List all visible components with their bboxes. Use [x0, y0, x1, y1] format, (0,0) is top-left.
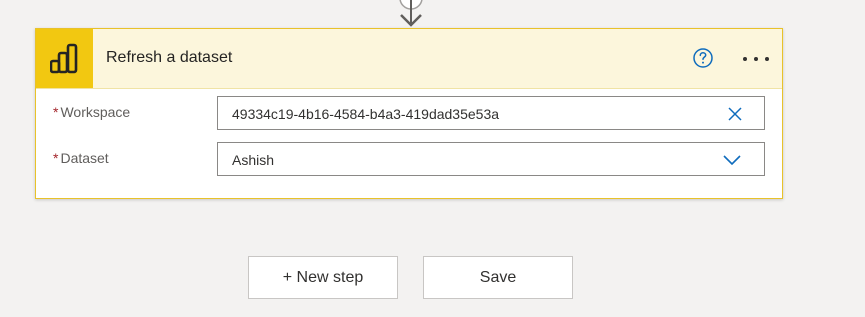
action-card-title: Refresh a dataset: [106, 49, 233, 66]
refresh-dataset-action-card: Refresh a dataset * Workspace 49334c19-4b…: [35, 28, 783, 199]
new-step-button[interactable]: + New step: [248, 256, 398, 299]
workspace-value: 49334c19-4b16-4584-b4a3-419dad35e53a: [232, 106, 500, 122]
connector-arrow-icon: [399, 0, 423, 27]
clear-icon[interactable]: [727, 106, 743, 122]
dataset-dropdown[interactable]: Ashish: [217, 142, 765, 176]
workspace-field[interactable]: 49334c19-4b16-4584-b4a3-419dad35e53a: [217, 96, 765, 130]
help-icon[interactable]: [692, 47, 714, 69]
save-button[interactable]: Save: [423, 256, 573, 299]
action-card-header[interactable]: Refresh a dataset: [36, 29, 782, 89]
workspace-label: * Workspace: [53, 104, 130, 120]
dataset-value: Ashish: [232, 152, 275, 168]
required-marker: *: [53, 150, 59, 166]
power-bi-logo-tile: [36, 29, 93, 88]
power-bi-logo-icon: [50, 43, 78, 74]
chevron-down-icon[interactable]: [722, 152, 742, 168]
required-marker: *: [53, 104, 59, 120]
dataset-label-text: Dataset: [60, 150, 109, 166]
workspace-label-text: Workspace: [60, 104, 131, 120]
dataset-label: * Dataset: [53, 150, 109, 166]
more-options-icon[interactable]: [739, 49, 773, 69]
